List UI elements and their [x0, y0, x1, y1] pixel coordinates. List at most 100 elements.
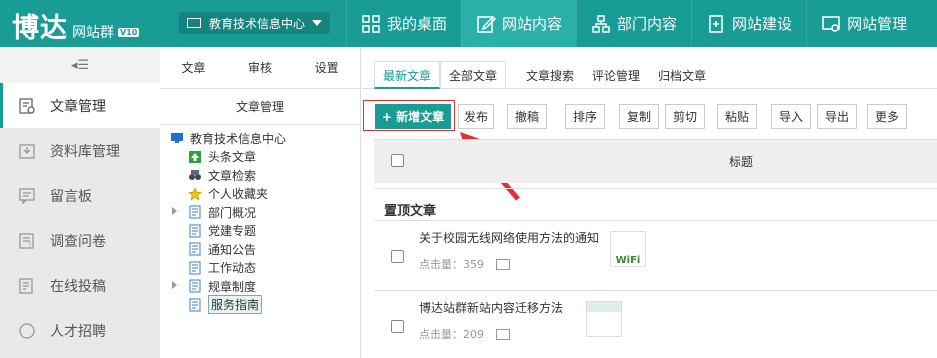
table-row[interactable]: 关于校园无线网络使用方法的通知 点击量： 359 WiFi: [374, 220, 937, 280]
table-row[interactable]: 博达站群新站内容迁移方法 点击量： 209: [374, 290, 937, 350]
document-icon: [189, 224, 201, 238]
article-title[interactable]: 博达站群新站内容迁移方法: [419, 299, 563, 316]
top-bar: 博达 网站群 V10 教育技术信息中心 我的桌面 网站内容 部门内容 网站建设 …: [0, 0, 937, 47]
sidebar-item-submission[interactable]: 在线投稿: [0, 263, 160, 308]
recruit-icon: [19, 322, 35, 339]
document-icon: [189, 261, 201, 275]
grid-icon: [362, 14, 380, 33]
sidebar-item-recruit[interactable]: 人才招聘: [0, 308, 160, 353]
sidebar-item-survey[interactable]: ? 调查问卷: [0, 218, 160, 263]
clicks-label: 点击量：: [419, 258, 463, 271]
nav-my-desktop[interactable]: 我的桌面: [346, 0, 461, 47]
tree-node-label: 规章制度: [208, 279, 257, 294]
copy-button[interactable]: 复制: [619, 104, 659, 129]
logo[interactable]: 博达 网站群 V10: [12, 6, 140, 44]
tab-latest-articles[interactable]: 最新文章: [374, 61, 441, 89]
cut-button[interactable]: 剪切: [665, 104, 705, 129]
tree-node-headline[interactable]: 头条文章: [160, 148, 360, 167]
article-title[interactable]: 关于校园无线网络使用方法的通知: [419, 229, 599, 246]
add-page-icon: [709, 14, 723, 33]
tab-article-search[interactable]: 文章搜索: [526, 67, 574, 84]
tree-node-label: 服务指南: [208, 295, 263, 315]
main-content: 最新文章 全部文章 文章搜索 评论管理 归档文章 + 新增文章 发布 撤稿 排序…: [362, 47, 937, 358]
sidebar-item-label: 人才招聘: [50, 323, 106, 340]
tree-node-work-news[interactable]: 工作动态: [160, 259, 360, 278]
tree-tabs: 文章 审核 设置: [160, 47, 360, 89]
row-checkbox[interactable]: [391, 250, 404, 263]
chevron-down-icon: [312, 20, 322, 26]
document-icon: [189, 298, 201, 312]
more-button[interactable]: 更多: [867, 104, 907, 129]
download-box-icon: [19, 143, 35, 159]
nav-department-content[interactable]: 部门内容: [576, 0, 691, 47]
tree-node-label: 通知公告: [208, 242, 257, 257]
image-icon: [496, 328, 510, 340]
main-nav: 我的桌面 网站内容 部门内容 网站建设 网站管理: [346, 0, 921, 47]
expand-icon[interactable]: [172, 207, 177, 215]
add-article-button[interactable]: + 新增文章: [375, 104, 451, 129]
publish-button[interactable]: 发布: [458, 104, 494, 129]
nav-site-content[interactable]: 网站内容: [461, 0, 577, 47]
tab-comment-manage[interactable]: 评论管理: [592, 67, 640, 84]
article-meta: 点击量： 209: [419, 326, 510, 342]
clicks-label: 点击量：: [419, 328, 463, 341]
nav-site-build[interactable]: 网站建设: [691, 0, 806, 47]
collapse-sidebar-button[interactable]: ◂☰: [0, 47, 160, 83]
nav-site-manage[interactable]: 网站管理: [806, 0, 921, 47]
tab-review[interactable]: 审核: [227, 47, 294, 88]
sidebar-item-label: 留言板: [50, 188, 92, 205]
image-icon: [496, 258, 510, 270]
tab-settings[interactable]: 设置: [293, 47, 360, 88]
message-icon: [19, 187, 35, 205]
tree-node-party[interactable]: 党建专题: [160, 222, 360, 241]
survey-icon: ?: [19, 232, 34, 249]
clicks-count: 359: [463, 257, 484, 271]
sidebar-item-library[interactable]: 资料库管理: [0, 128, 160, 173]
tree-node-label: 文章检索: [208, 168, 257, 183]
sort-button[interactable]: 排序: [565, 104, 605, 129]
version-badge: V10: [118, 28, 140, 37]
tree-node-favorites[interactable]: 个人收藏夹: [160, 185, 360, 204]
sidebar-item-label: 在线投稿: [50, 278, 106, 295]
sidebar-item-label: 文章管理: [50, 98, 106, 115]
tree-panel: 文章 审核 设置 文章管理 教育技术信息中心 头条文章 文章检索 个人收藏夹 部…: [160, 47, 361, 358]
tab-all-articles[interactable]: 全部文章: [440, 61, 507, 89]
tab-article[interactable]: 文章: [160, 47, 227, 88]
tab-archived[interactable]: 归档文章: [658, 67, 706, 84]
document-settings-icon: [19, 97, 35, 114]
org-chart-icon: [592, 14, 610, 33]
import-button[interactable]: 导入: [771, 104, 811, 129]
article-meta: 点击量： 359: [419, 256, 510, 272]
tree-node-service-guide[interactable]: 服务指南: [160, 295, 360, 315]
tree-node-root[interactable]: 教育技术信息中心: [160, 129, 360, 148]
nav-label: 网站内容: [502, 15, 563, 33]
tree-node-notices[interactable]: 通知公告: [160, 240, 360, 259]
export-button[interactable]: 导出: [817, 104, 857, 129]
tree-node-rules[interactable]: 规章制度: [160, 277, 360, 296]
nav-label: 我的桌面: [387, 15, 448, 33]
select-all-checkbox[interactable]: [391, 154, 404, 167]
document-icon: [189, 279, 201, 293]
paste-button[interactable]: 粘贴: [717, 104, 757, 129]
tree-node-label: 党建专题: [208, 224, 257, 239]
monitor-icon: [171, 133, 183, 144]
sidebar-item-article-manage[interactable]: 文章管理: [0, 83, 160, 128]
table-header: 标题: [374, 139, 937, 183]
nav-label: 网站建设: [732, 15, 793, 33]
tree-node-dept-overview[interactable]: 部门概况: [160, 203, 360, 222]
document-icon: [189, 205, 201, 219]
withdraw-button[interactable]: 撤稿: [507, 104, 547, 129]
row-checkbox[interactable]: [391, 320, 404, 333]
tree-node-label: 部门概况: [208, 205, 257, 220]
sidebar: ◂☰ 文章管理 资料库管理 留言板 ? 调查问卷 在线投稿 人才招聘: [0, 47, 160, 358]
tree-node-label: 头条文章: [208, 150, 257, 165]
sidebar-item-label: 调查问卷: [50, 233, 106, 250]
edit-icon: [477, 15, 497, 33]
up-arrow-icon: [189, 150, 201, 163]
divider: [374, 188, 937, 189]
sidebar-item-message-board[interactable]: 留言板: [0, 173, 160, 218]
tree-node-label: 工作动态: [208, 261, 257, 276]
expand-icon[interactable]: [172, 281, 177, 289]
tree-node-search[interactable]: 文章检索: [160, 166, 360, 185]
site-selector[interactable]: 教育技术信息中心: [179, 12, 330, 34]
